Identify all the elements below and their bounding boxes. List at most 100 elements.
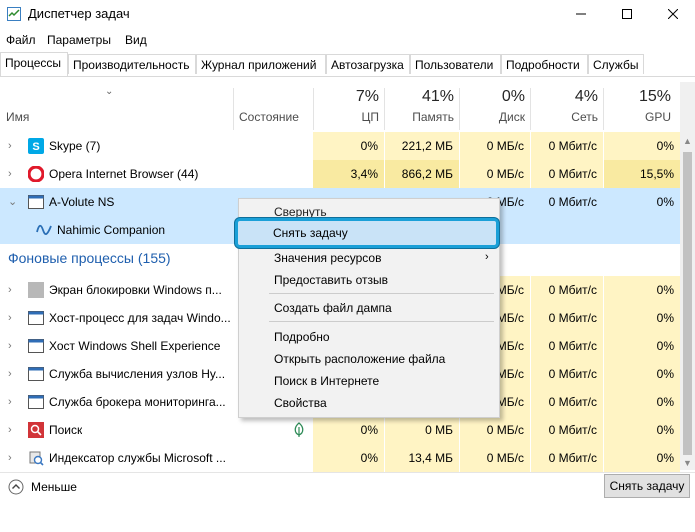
skype-icon: S [28, 138, 44, 154]
tab-app-history[interactable]: Журнал приложений [196, 54, 326, 74]
process-name: Поиск [49, 423, 83, 437]
expand-chevron-icon[interactable]: › [8, 304, 18, 332]
collapse-chevron-icon[interactable]: ⌄ [8, 188, 18, 216]
header-divider [233, 88, 234, 130]
tab-details[interactable]: Подробности [501, 54, 588, 74]
network-cell: 0 Мбит/с [531, 388, 603, 416]
gray-square-icon [28, 282, 44, 298]
column-status[interactable]: Состояние [239, 110, 299, 124]
tab-startup[interactable]: Автозагрузка [326, 54, 410, 74]
context-item-dump[interactable]: Создать файл дампа [274, 301, 392, 315]
close-icon [668, 9, 678, 19]
gpu-total: 15% [638, 88, 671, 105]
submenu-arrow-icon: › [485, 251, 489, 263]
expand-chevron-icon[interactable]: › [8, 160, 18, 188]
memory-cell: 866,2 МБ [385, 160, 459, 188]
minimize-icon [576, 13, 586, 15]
column-disk[interactable]: Диск [459, 110, 525, 124]
process-name: Nahimic Companion [57, 223, 166, 237]
opera-icon [27, 165, 45, 183]
app-window-icon [28, 394, 44, 410]
cpu-cell: 0% [313, 416, 384, 444]
disk-cell: 0 МБ/с [460, 132, 530, 160]
column-network[interactable]: Сеть [530, 110, 598, 124]
cpu-cell: 0% [313, 444, 384, 472]
scroll-up-arrow-icon[interactable]: ▲ [683, 136, 692, 146]
process-name: Хост Windows Shell Experience [49, 339, 221, 353]
column-name[interactable]: Имя [6, 110, 29, 124]
expand-chevron-icon[interactable]: › [8, 360, 18, 388]
gpu-cell: 0% [656, 195, 674, 209]
tab-performance[interactable]: Производительность [68, 54, 196, 74]
network-cell: 0 Мбит/с [531, 360, 603, 388]
less-chevron-icon[interactable] [8, 479, 24, 495]
process-name: Индексатор службы Microsoft ... [49, 451, 226, 465]
window-title: Диспетчер задач [28, 6, 130, 21]
expand-chevron-icon[interactable]: › [8, 444, 18, 472]
close-button[interactable] [650, 0, 695, 28]
context-item-feedback[interactable]: Предоставить отзыв [274, 273, 388, 287]
sort-chevron-icon: ⌄ [105, 86, 114, 97]
context-item-web-search[interactable]: Поиск в Интернете [274, 374, 379, 388]
expand-chevron-icon[interactable]: › [8, 388, 18, 416]
expand-chevron-icon[interactable]: › [8, 132, 18, 160]
gpu-cell: 0% [604, 360, 680, 388]
maximize-button[interactable] [604, 0, 650, 28]
context-item-properties[interactable]: Свойства [274, 396, 327, 410]
cpu-cell: 0% [313, 132, 384, 160]
gpu-cell: 0% [604, 132, 680, 160]
memory-cell: 221,2 МБ [385, 132, 459, 160]
table-row[interactable]: › S Skype (7) 0% 221,2 МБ 0 МБ/с 0 Мбит/… [0, 132, 680, 160]
expand-chevron-icon[interactable]: › [8, 276, 18, 304]
tab-processes[interactable]: Процессы [0, 52, 68, 76]
column-cpu[interactable]: ЦП [313, 110, 379, 124]
expand-chevron-icon[interactable]: › [8, 416, 18, 444]
app-window-icon [28, 338, 44, 354]
disk-cell: 0 МБ/с [460, 160, 530, 188]
scroll-down-arrow-icon[interactable]: ▼ [683, 458, 692, 468]
process-name: Служба брокера мониторинга... [49, 395, 226, 409]
network-cell: 0 Мбит/с [548, 195, 597, 209]
network-cell: 0 Мбит/с [531, 332, 603, 360]
process-name: Skype (7) [49, 139, 101, 153]
gpu-cell: 0% [604, 416, 680, 444]
table-row[interactable]: › Поиск 0% 0 МБ 0 МБ/с 0 Мбит/с 0% [0, 416, 680, 444]
tab-users[interactable]: Пользователи [410, 54, 501, 74]
end-task-button[interactable]: Снять задачу [604, 474, 690, 498]
context-item-resource-values[interactable]: Значения ресурсов [274, 251, 381, 265]
column-gpu[interactable]: GPU [603, 110, 671, 124]
task-manager-icon [7, 7, 21, 21]
menu-file[interactable]: Файл [6, 33, 36, 47]
memory-total: 41% [421, 88, 454, 105]
app-window-icon [28, 366, 44, 382]
table-row[interactable]: › Индексатор службы Microsoft ... 0% 13,… [0, 444, 680, 472]
network-cell: 0 Мбит/с [531, 444, 603, 472]
gpu-cell: 0% [604, 332, 680, 360]
process-name: Экран блокировки Windows п... [49, 283, 222, 297]
menu-divider [269, 293, 494, 294]
tab-services[interactable]: Службы [588, 54, 644, 74]
expand-chevron-icon[interactable]: › [8, 332, 18, 360]
gpu-cell: 0% [604, 276, 680, 304]
scrollbar-thumb[interactable] [683, 152, 692, 455]
context-item-details[interactable]: Подробно [274, 330, 330, 344]
context-item-switch[interactable]: Свернуть [274, 205, 327, 219]
table-row[interactable]: › Opera Internet Browser (44) 3,4% 866,2… [0, 160, 680, 188]
gpu-cell: 0% [604, 444, 680, 472]
section-header: Фоновые процессы (155) [8, 250, 171, 266]
gpu-cell: 0% [604, 388, 680, 416]
menu-options[interactable]: Параметры [47, 33, 111, 47]
minimize-button[interactable] [558, 0, 604, 28]
indexer-icon [28, 450, 44, 466]
context-item-end-task[interactable]: Снять задачу [235, 218, 499, 248]
menu-divider [269, 321, 494, 322]
app-window-icon [28, 310, 44, 326]
column-memory[interactable]: Память [384, 110, 454, 124]
network-total: 4% [574, 88, 598, 105]
less-details-link[interactable]: Меньше [31, 480, 77, 494]
context-item-open-location[interactable]: Открыть расположение файла [274, 352, 445, 366]
process-name: A-Volute NS [49, 195, 115, 209]
menu-view[interactable]: Вид [125, 33, 147, 47]
disk-cell: 0 МБ/с [460, 444, 530, 472]
process-name: Opera Internet Browser (44) [49, 167, 199, 181]
